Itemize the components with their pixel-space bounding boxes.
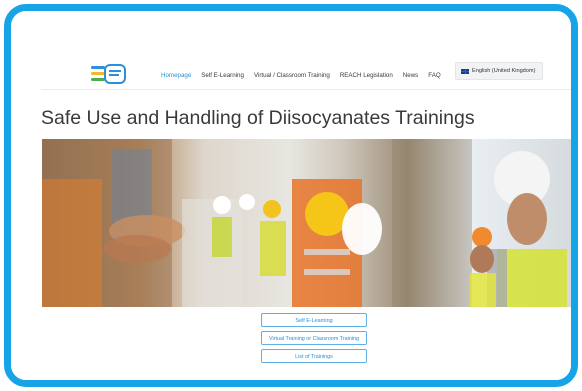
nav-item-reach-legislation[interactable]: REACH Legislation [340, 72, 393, 79]
self-elearning-button[interactable]: Self E-Learning [261, 313, 367, 327]
nav-item-news[interactable]: News [403, 72, 418, 79]
page-title: Safe Use and Handling of Diisocyanates T… [41, 107, 475, 129]
header-divider [41, 89, 571, 90]
site-logo[interactable] [91, 64, 127, 86]
nav-item-self-elearning[interactable]: Self E-Learning [201, 72, 244, 79]
nav-menu: Homepage Self E-Learning Virtual / Class… [161, 72, 451, 79]
web-page: Homepage Self E-Learning Virtual / Class… [11, 11, 571, 380]
screenshot-frame: Homepage Self E-Learning Virtual / Class… [4, 4, 578, 387]
language-label: English (United Kingdom) [472, 68, 536, 74]
uk-flag-icon [461, 68, 469, 74]
list-of-trainings-button[interactable]: List of Trainings [261, 349, 367, 363]
navbar: Homepage Self E-Learning Virtual / Class… [11, 51, 571, 91]
hero-image [42, 139, 571, 307]
workers-collage-image [42, 139, 567, 307]
virtual-training-button[interactable]: Virtual Training or Classroom Training [261, 331, 367, 345]
nav-item-homepage[interactable]: Homepage [161, 72, 191, 79]
nav-item-virtual-classroom-training[interactable]: Virtual / Classroom Training [254, 72, 330, 79]
language-selector[interactable]: English (United Kingdom) [455, 62, 543, 80]
nav-item-faq[interactable]: FAQ [428, 72, 440, 79]
